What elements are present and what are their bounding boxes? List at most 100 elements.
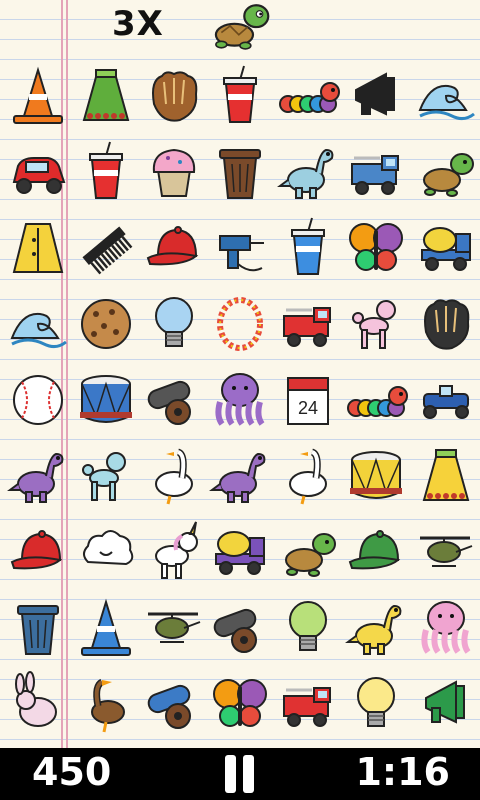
grid-item-cookie[interactable]	[72, 286, 140, 362]
grid-item-lei[interactable]	[206, 286, 274, 362]
light-bulb-blue-icon	[155, 297, 193, 347]
grid-item-dinosaur-blue[interactable]	[274, 134, 342, 210]
grid-item-calendar[interactable]: 24	[274, 362, 342, 438]
grid-item-octopus-pink[interactable]	[412, 590, 480, 666]
grid-item-bunny[interactable]	[4, 666, 72, 742]
pause-button[interactable]	[223, 755, 257, 793]
grid-item-light-bulb-blue[interactable]	[140, 286, 208, 362]
cannon-icon	[213, 608, 257, 653]
grid-item-traffic-cone-blue[interactable]	[72, 590, 140, 666]
fire-truck-blue-icon	[351, 155, 399, 195]
poodle-icon	[352, 300, 396, 349]
grid-item-race-car[interactable]	[412, 362, 480, 438]
cement-truck-blue-icon	[421, 227, 471, 271]
grid-item-cannon-blue[interactable]	[140, 666, 208, 742]
grid-item-cement-truck-purple[interactable]	[206, 514, 274, 590]
grid-item-baseball-glove[interactable]	[140, 58, 208, 134]
goose-icon	[155, 448, 193, 505]
grid-item-traffic-cone-orange[interactable]	[4, 58, 72, 134]
grid-item-skirt-green[interactable]	[72, 58, 140, 134]
light-bulb-yellow-icon	[357, 677, 395, 727]
grid-item-cap-red[interactable]	[140, 210, 208, 286]
grid-item-cupcake[interactable]	[140, 134, 208, 210]
grid-item-octopus-purple[interactable]	[206, 362, 274, 438]
status-bar: 450 1:16	[0, 748, 480, 800]
grid-item-unicorn[interactable]	[140, 514, 208, 590]
raincoat-yellow-icon	[12, 223, 64, 273]
fire-truck-red-icon	[283, 687, 331, 727]
grid-item-skirt-yellow[interactable]	[412, 438, 480, 514]
grid-item-soda-cup[interactable]	[72, 134, 140, 210]
grid-item-caterpillar[interactable]	[342, 362, 410, 438]
grid-item-comb[interactable]	[72, 210, 140, 286]
grid-item-light-bulb-green[interactable]	[274, 590, 342, 666]
trash-can-brown-icon	[219, 149, 261, 199]
grid-item-light-bulb-yellow[interactable]	[342, 666, 410, 742]
grid-item-caterpillar[interactable]	[274, 58, 342, 134]
dinosaur-blue-icon	[277, 148, 334, 199]
goose-icon	[289, 448, 327, 505]
grid-item-trash-can-blue[interactable]	[4, 590, 72, 666]
grid-item-butterfly[interactable]	[342, 210, 410, 286]
grid-item-soda-cup[interactable]	[206, 58, 274, 134]
grid-item-fire-truck-blue[interactable]	[342, 134, 410, 210]
grid-item-goose[interactable]	[274, 438, 342, 514]
grid-item-drill[interactable]	[206, 210, 274, 286]
grid-item-dinosaur-purple[interactable]	[4, 438, 72, 514]
grid-item-soda-cup-blue[interactable]	[274, 210, 342, 286]
turtle-icon	[423, 153, 474, 197]
megaphone-green-icon	[425, 680, 465, 724]
grid-item-megaphone-black[interactable]	[342, 58, 410, 134]
grid-item-drum-yellow[interactable]	[342, 438, 410, 514]
cap-red-icon	[10, 530, 63, 570]
grid-item-fire-truck-red[interactable]	[274, 666, 342, 742]
grid-item-car-red[interactable]	[4, 134, 72, 210]
grid-item-cloud[interactable]	[72, 514, 140, 590]
grid-item-goose[interactable]	[140, 438, 208, 514]
soda-cup-blue-icon	[291, 217, 325, 275]
grid-item-helicopter[interactable]	[412, 514, 480, 590]
car-red-icon	[12, 157, 66, 194]
grid-item-drum-blue[interactable]	[72, 362, 140, 438]
grid-item-wave[interactable]	[4, 286, 72, 362]
grid-item-raincoat-yellow[interactable]	[4, 210, 72, 286]
cap-green-icon	[348, 530, 401, 570]
grid-item-trash-can-brown[interactable]	[206, 134, 274, 210]
duck-icon	[91, 678, 125, 733]
grid-item-baseball-glove-black[interactable]	[412, 286, 480, 362]
comb-icon	[82, 226, 133, 275]
grid-item-helicopter[interactable]	[140, 590, 208, 666]
grid-item-baseball[interactable]	[4, 362, 72, 438]
dinosaur-purple-icon	[7, 452, 64, 503]
pause-icon	[225, 755, 236, 793]
traffic-cone-orange-icon	[13, 66, 63, 124]
grid-item-cap-green[interactable]	[342, 514, 410, 590]
grid-item-cannon[interactable]	[140, 362, 208, 438]
unicorn-icon	[155, 521, 198, 579]
calendar-icon: 24	[287, 377, 329, 425]
dinosaur-yellow-icon	[345, 604, 402, 655]
cloud-icon	[83, 530, 134, 566]
wave-icon	[418, 84, 475, 121]
grid-item-butterfly[interactable]	[206, 666, 274, 742]
grid-item-dinosaur-yellow[interactable]	[342, 590, 410, 666]
fire-truck-red-icon	[283, 307, 331, 347]
grid-item-megaphone-green[interactable]	[412, 666, 480, 742]
grid-item-poodle[interactable]	[342, 286, 410, 362]
grid-item-fire-truck-red[interactable]	[274, 286, 342, 362]
grid-item-wave[interactable]	[412, 58, 480, 134]
octopus-purple-icon	[215, 373, 265, 426]
grid-item-turtle[interactable]	[412, 134, 480, 210]
lei-icon	[217, 297, 263, 351]
grid-item-cement-truck-blue[interactable]	[412, 210, 480, 286]
grid-item-poodle-blue[interactable]	[72, 438, 140, 514]
grid-item-cannon[interactable]	[206, 590, 274, 666]
baseball-icon	[13, 375, 63, 425]
grid-item-cap-red[interactable]	[4, 514, 72, 590]
grid-item-dinosaur-purple[interactable]	[206, 438, 274, 514]
drill-icon	[219, 235, 264, 272]
dinosaur-purple-icon	[209, 452, 266, 503]
grid-item-duck[interactable]	[72, 666, 140, 742]
traffic-cone-blue-icon	[81, 598, 131, 656]
grid-item-turtle[interactable]	[274, 514, 342, 590]
